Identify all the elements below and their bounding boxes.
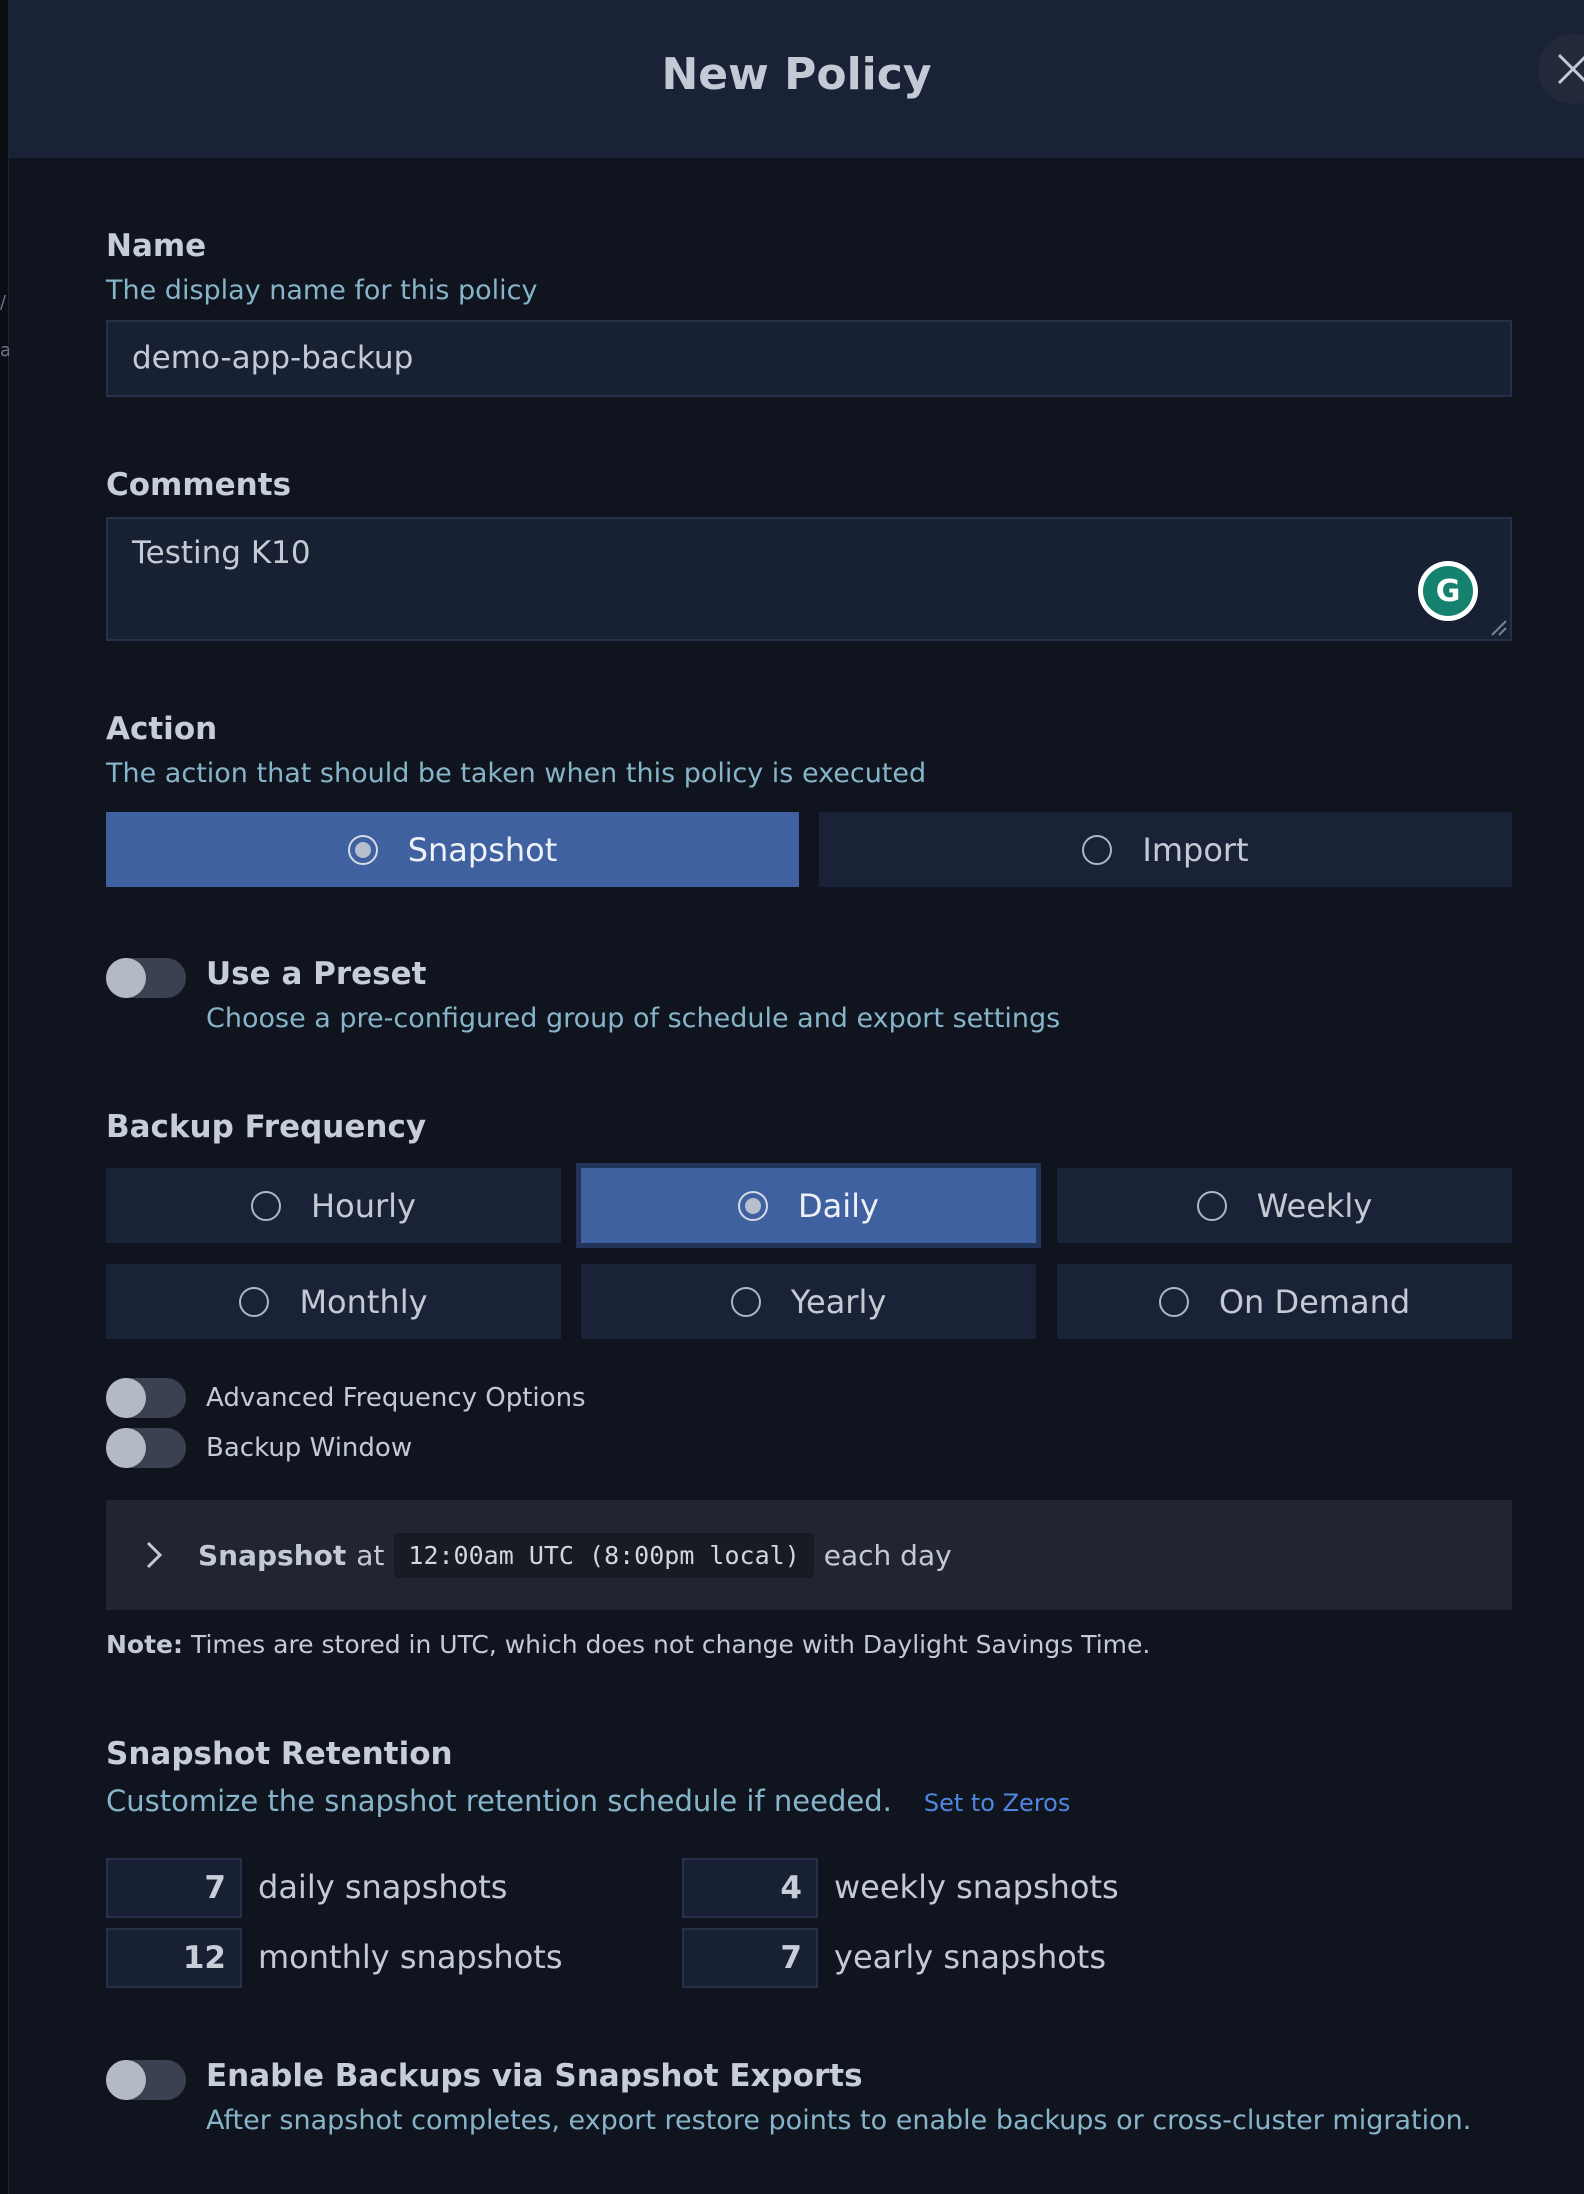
action-option-label: Import [1142, 830, 1249, 869]
frequency-option-hourly[interactable]: Hourly [106, 1168, 561, 1243]
frequency-option-monthly[interactable]: Monthly [106, 1264, 561, 1339]
frequency-option-label: Daily [798, 1186, 879, 1225]
backup-window-toggle[interactable] [106, 1428, 186, 1468]
radio-selected-icon [347, 834, 378, 865]
chevron-right-icon[interactable] [144, 1540, 164, 1570]
monthly-snapshots-input[interactable]: 12 [106, 1928, 242, 1988]
exports-label: Enable Backups via Snapshot Exports [206, 2058, 863, 2094]
radio-unselected-icon [251, 1190, 282, 1221]
action-option-import[interactable]: Import [819, 812, 1512, 887]
advanced-frequency-toggle[interactable] [106, 1378, 186, 1418]
weekly-snapshots-label: weekly snapshots [834, 1868, 1119, 1906]
preset-toggle[interactable] [106, 958, 186, 998]
frequency-option-label: On Demand [1218, 1282, 1411, 1321]
comments-label: Comments [106, 467, 292, 503]
frequency-option-label: Weekly [1256, 1186, 1373, 1225]
name-input[interactable]: demo-app-backup [106, 320, 1512, 397]
frequency-option-on-demand[interactable]: On Demand [1057, 1264, 1512, 1339]
action-option-label: Snapshot [407, 830, 558, 869]
note-prefix: Note: [106, 1630, 184, 1659]
background-page-edge: / a [0, 0, 11, 2194]
frequency-option-weekly[interactable]: Weekly [1057, 1168, 1512, 1243]
daily-snapshots-input[interactable]: 7 [106, 1858, 242, 1918]
dialog-header: New Policy [9, 0, 1584, 158]
exports-toggle[interactable] [106, 2060, 186, 2100]
schedule-at: at [356, 1538, 385, 1572]
close-icon [1557, 53, 1584, 85]
frequency-label: Backup Frequency [106, 1109, 427, 1145]
yearly-snapshots-label: yearly snapshots [834, 1938, 1107, 1976]
utc-note: Note: Times are stored in UTC, which doe… [106, 1630, 1150, 1659]
daily-snapshots-label: daily snapshots [258, 1868, 508, 1906]
retention-hint-row: Customize the snapshot retention schedul… [106, 1784, 1070, 1818]
set-to-zeros-link[interactable]: Set to Zeros [924, 1789, 1071, 1817]
grammarly-icon: G [1423, 566, 1473, 616]
retention-label: Snapshot Retention [106, 1736, 453, 1772]
radio-unselected-icon [1158, 1286, 1189, 1317]
note-text: Times are stored in UTC, which does not … [190, 1630, 1151, 1659]
comments-value: Testing K10 [132, 535, 311, 571]
close-button[interactable] [1538, 34, 1584, 104]
yearly-snapshots-input[interactable]: 7 [682, 1928, 818, 1988]
radio-selected-icon [738, 1190, 769, 1221]
weekly-snapshots-input[interactable]: 4 [682, 1858, 818, 1918]
frequency-option-yearly[interactable]: Yearly [581, 1264, 1036, 1339]
schedule-suffix: each day [823, 1538, 952, 1572]
dialog-title: New Policy [661, 48, 932, 100]
radio-unselected-icon [730, 1286, 761, 1317]
preset-hint: Choose a pre-configured group of schedul… [206, 1003, 1061, 1034]
new-policy-dialog: New Policy Name The display name for thi… [9, 0, 1584, 2194]
background-page-fragment: / [0, 292, 7, 313]
monthly-snapshots-label: monthly snapshots [258, 1938, 563, 1976]
advanced-frequency-label: Advanced Frequency Options [206, 1383, 586, 1413]
name-label: Name [106, 228, 207, 264]
radio-unselected-icon [1196, 1190, 1227, 1221]
exports-hint: After snapshot completes, export restore… [206, 2105, 1472, 2136]
retention-hint: Customize the snapshot retention schedul… [106, 1784, 892, 1818]
grammarly-button[interactable]: G [1418, 561, 1478, 621]
frequency-option-label: Hourly [311, 1186, 416, 1225]
frequency-option-label: Monthly [299, 1282, 428, 1321]
preset-label: Use a Preset [206, 956, 427, 992]
radio-unselected-icon [239, 1286, 270, 1317]
schedule-summary[interactable]: Snapshot at 12:00am UTC (8:00pm local) e… [106, 1500, 1512, 1610]
backup-window-label: Backup Window [206, 1433, 413, 1463]
frequency-option-label: Yearly [790, 1282, 887, 1321]
action-label: Action [106, 711, 218, 747]
schedule-action: Snapshot [198, 1538, 347, 1572]
name-hint: The display name for this policy [106, 275, 538, 306]
radio-unselected-icon [1082, 834, 1113, 865]
schedule-time: 12:00am UTC (8:00pm local) [394, 1532, 814, 1578]
action-option-snapshot[interactable]: Snapshot [106, 812, 799, 887]
resize-grip-icon[interactable] [1486, 615, 1508, 637]
comments-textarea[interactable]: Testing K10 G [106, 517, 1512, 641]
frequency-option-daily[interactable]: Daily [581, 1168, 1036, 1243]
action-hint: The action that should be taken when thi… [106, 758, 927, 789]
